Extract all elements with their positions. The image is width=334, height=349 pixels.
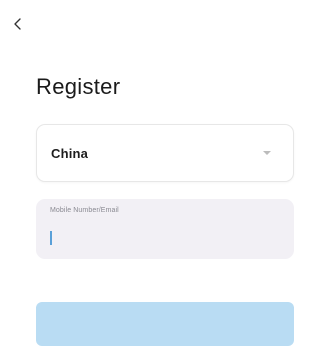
back-button[interactable] — [6, 12, 30, 36]
submit-button[interactable] — [36, 302, 294, 346]
register-screen: Register China Mobile Number/Email — [0, 0, 334, 349]
mobile-email-field[interactable]: Mobile Number/Email — [36, 199, 294, 259]
caret-down-icon — [263, 151, 271, 155]
page-title: Register — [36, 74, 121, 99]
text-cursor — [50, 231, 52, 245]
mobile-email-label: Mobile Number/Email — [50, 207, 119, 214]
country-select[interactable]: China — [36, 124, 294, 182]
chevron-left-icon — [14, 18, 21, 30]
country-value: China — [51, 145, 89, 161]
